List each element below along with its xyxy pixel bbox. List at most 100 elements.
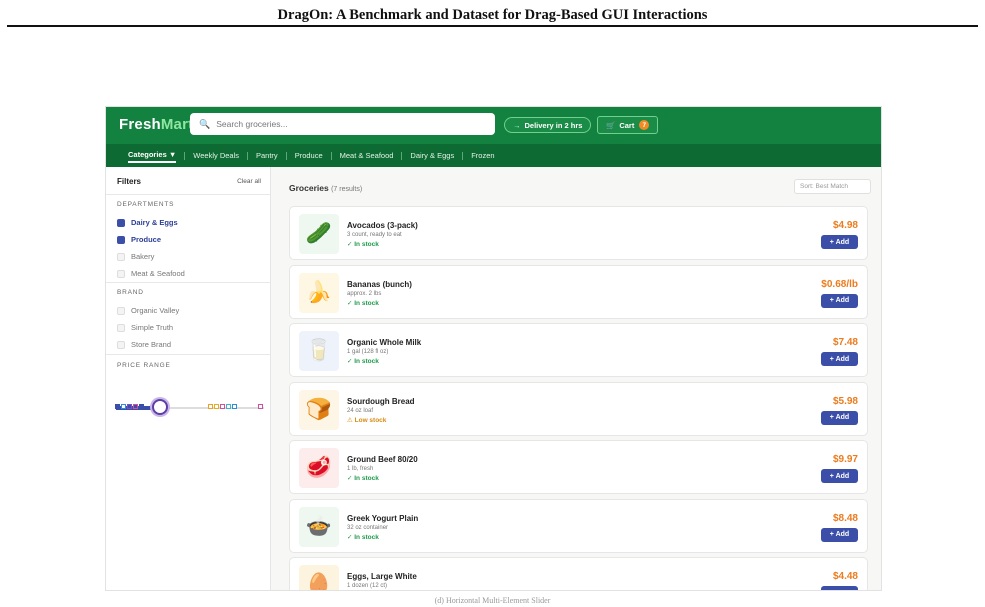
cart-icon: 🛒 — [606, 120, 616, 130]
delivery-button[interactable]: → Delivery in 2 hrs — [504, 117, 592, 133]
nav-divider — [285, 151, 287, 160]
search-box[interactable]: 🔍 — [190, 113, 495, 135]
slider-marker[interactable] — [139, 404, 144, 409]
slider-marker[interactable] — [121, 404, 126, 409]
nav-categories[interactable]: Categories ▼ — [128, 150, 177, 163]
filter-organic-valley[interactable]: Organic Valley — [117, 306, 179, 315]
product-card[interactable]: 🍞 Sourdough Bread 24 oz loaf ⚠ Low stock $5.… — [289, 381, 868, 436]
stock-status: ✓ In stock — [347, 358, 379, 365]
stock-status: ⚠ Low stock — [347, 416, 387, 424]
product-description: 1 dozen (12 ct) — [347, 583, 388, 589]
filter-label: Bakery — [131, 252, 155, 261]
checkbox[interactable] — [117, 269, 125, 278]
nav-divider — [247, 151, 248, 160]
figure-caption: (d) Horizontal Multi-Element Slider — [434, 596, 551, 605]
nav-meat-seafood[interactable]: Meat & Seafood — [340, 151, 394, 160]
checkbox[interactable] — [117, 235, 125, 244]
delivery-icon: → — [513, 120, 521, 130]
product-card[interactable]: 🥚Eggs, Large White1 dozen (12 ct)✓ In st… — [289, 557, 868, 590]
nav-weekly-deals[interactable]: Weekly Deals — [193, 151, 239, 160]
filter-produce[interactable]: Produce — [117, 235, 161, 244]
nav-produce[interactable]: Produce — [295, 151, 323, 160]
product-card[interactable]: 🥩 Ground Beef 80/20 1 lb, fresh ✓ In stock $… — [289, 440, 868, 494]
filter-meat-seafood[interactable]: Meat & Seafood — [117, 269, 185, 278]
add-to-cart-button[interactable]: + Add — [821, 469, 858, 483]
nav-divider — [462, 151, 464, 160]
add-to-cart-button[interactable]: + Add — [821, 293, 858, 308]
product-name[interactable]: Ground Beef 80/20 — [347, 455, 418, 464]
cart-button[interactable]: 🛒 Cart 7 — [597, 116, 659, 134]
slider-marker[interactable] — [133, 404, 138, 409]
filter-label: Store Brand — [131, 340, 172, 349]
product-price: $7.48 — [832, 337, 858, 348]
product-description: 24 oz loaf — [347, 407, 374, 414]
category-nav: Categories ▼ Weekly Deals Pantry Produce… — [106, 144, 881, 167]
add-to-cart-button[interactable]: + Add — [821, 352, 858, 366]
nav-dairy-eggs[interactable]: Dairy & Eggs — [410, 151, 454, 160]
divider — [106, 194, 271, 195]
product-image-icon: 🥒 — [299, 214, 339, 254]
product-description: 1 gal (128 fl oz) — [347, 349, 389, 355]
grocery-app-window: FreshMart 🔍 → Delivery in 2 hrs 🛒 Cart 7… — [105, 106, 882, 591]
product-description: 32 oz container — [347, 524, 389, 531]
filter-label: Dairy & Eggs — [131, 218, 178, 227]
add-to-cart-button[interactable]: + Add — [821, 235, 858, 249]
filter-label: Simple Truth — [131, 323, 174, 332]
search-input[interactable] — [216, 119, 477, 129]
slider-marker[interactable] — [226, 404, 231, 409]
product-name[interactable]: Greek Yogurt Plain — [347, 514, 418, 523]
product-price: $8.48 — [832, 512, 858, 524]
delivery-label: Delivery in 2 hrs — [524, 120, 583, 130]
nav-divider — [330, 151, 332, 160]
checkbox[interactable] — [117, 252, 125, 261]
product-name[interactable]: Eggs, Large White — [347, 572, 417, 581]
slider-marker[interactable] — [127, 404, 132, 409]
product-card[interactable]: 🍌 Bananas (bunch) approx. 2 lbs ✓ In stock $… — [289, 264, 868, 319]
product-name[interactable]: Bananas (bunch) — [347, 280, 412, 289]
product-price: $4.98 — [832, 220, 858, 231]
add-to-cart-button[interactable]: + Add — [821, 410, 858, 425]
cart-label: Cart — [619, 120, 635, 130]
product-image-icon: 🥩 — [299, 448, 339, 488]
slider-marker[interactable] — [208, 404, 213, 409]
results-count: (7 results) — [331, 186, 363, 193]
price-range-label: PRICE RANGE — [117, 362, 171, 369]
checkbox[interactable] — [117, 218, 125, 227]
clear-all-link[interactable]: Clear all — [237, 178, 261, 185]
stock-status: ✓ In stock — [347, 533, 379, 541]
slider-marker[interactable] — [214, 404, 219, 409]
nav-pantry[interactable]: Pantry — [256, 151, 278, 160]
results-title: Groceries (7 results) — [289, 183, 362, 193]
sort-select[interactable]: Sort: Best Match — [794, 179, 871, 194]
product-name[interactable]: Avocados (3-pack) — [347, 221, 418, 230]
add-to-cart-button[interactable]: + Add — [821, 586, 858, 590]
product-description: 3 count, ready to eat — [347, 232, 402, 238]
price-slider-handle[interactable] — [152, 399, 168, 415]
logo-accent: Mart — [160, 116, 194, 133]
paper-title: DragOn: A Benchmark and Dataset for Drag… — [277, 7, 708, 23]
nav-divider — [184, 151, 186, 160]
product-name[interactable]: Organic Whole Milk — [347, 338, 421, 347]
product-name[interactable]: Sourdough Bread — [347, 397, 415, 406]
product-price: $4.48 — [832, 571, 858, 582]
filter-store-brand[interactable]: Store Brand — [117, 340, 171, 349]
nav-frozen[interactable]: Frozen — [471, 151, 494, 160]
add-to-cart-button[interactable]: + Add — [821, 527, 858, 542]
cart-count-badge: 7 — [639, 120, 650, 130]
product-card[interactable]: 🥒 Avocados (3-pack) 3 count, ready to eat ✓… — [289, 206, 868, 260]
filter-simple-truth[interactable]: Simple Truth — [117, 323, 173, 332]
checkbox[interactable] — [117, 323, 125, 332]
slider-marker[interactable] — [115, 404, 120, 409]
slider-marker[interactable] — [220, 404, 225, 409]
checkbox[interactable] — [117, 340, 125, 349]
slider-marker[interactable] — [258, 404, 263, 409]
filter-dairy-eggs[interactable]: Dairy & Eggs — [117, 218, 178, 227]
filter-label: Meat & Seafood — [131, 269, 185, 278]
logo[interactable]: FreshMart — [119, 116, 193, 133]
filter-bakery[interactable]: Bakery — [117, 252, 154, 261]
product-card[interactable]: 🍲 Greek Yogurt Plain 32 oz container ✓ In s… — [289, 498, 868, 553]
departments-label: DEPARTMENTS — [117, 201, 175, 208]
slider-marker[interactable] — [232, 404, 237, 409]
checkbox[interactable] — [117, 306, 125, 315]
product-card[interactable]: 🥛 Organic Whole Milk 1 gal (128 fl oz) ✓ In… — [289, 323, 868, 377]
